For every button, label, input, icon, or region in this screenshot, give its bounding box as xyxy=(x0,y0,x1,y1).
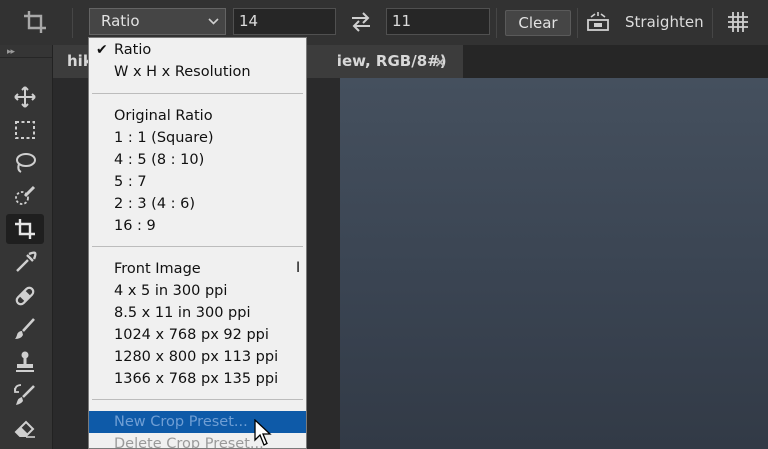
menu-separator xyxy=(92,399,303,400)
healing-brush-tool[interactable] xyxy=(6,281,44,311)
move-icon xyxy=(14,86,36,108)
chevron-down-icon xyxy=(208,18,219,25)
brush-tool[interactable] xyxy=(6,314,44,344)
separator xyxy=(496,8,497,38)
menu-item-5-7[interactable]: 5 : 7 xyxy=(89,171,306,193)
ratio-select[interactable]: Ratio xyxy=(89,8,226,35)
level-icon[interactable] xyxy=(585,11,611,33)
menu-item-1024x768[interactable]: 1024 x 768 px 92 ppi xyxy=(89,324,306,346)
image-canvas[interactable] xyxy=(340,78,768,449)
separator xyxy=(72,8,73,38)
mouse-pointer-icon xyxy=(254,419,272,446)
crop-tool[interactable] xyxy=(6,214,44,244)
separator xyxy=(712,8,713,38)
menu-item-1-1[interactable]: 1 : 1 (Square) xyxy=(89,127,306,149)
menu-item-1366x768[interactable]: 1366 x 768 px 135 ppi xyxy=(89,368,306,390)
stamp-icon xyxy=(16,351,34,372)
menu-item-2-3[interactable]: 2 : 3 (4 : 6) xyxy=(89,193,306,215)
separator xyxy=(577,8,578,38)
brush-icon xyxy=(15,318,35,339)
menu-item-front-image[interactable]: Front Image xyxy=(89,258,306,280)
width-field[interactable]: 14 xyxy=(233,8,336,35)
eraser-tool[interactable] xyxy=(6,413,44,443)
marquee-icon xyxy=(15,121,35,139)
bandage-icon xyxy=(15,286,35,306)
eraser-icon xyxy=(14,420,35,438)
menu-item-wxhxres[interactable]: W x H x Resolution xyxy=(89,61,306,83)
eyedropper-icon xyxy=(16,251,37,272)
clone-stamp-tool[interactable] xyxy=(6,347,44,377)
menu-item-label: Ratio xyxy=(114,42,152,58)
ratio-dropdown-menu: ✔ Ratio W x H x Resolution Original Rati… xyxy=(88,37,307,449)
quick-selection-tool[interactable] xyxy=(6,181,44,211)
marquee-tool[interactable] xyxy=(6,115,44,145)
text-cursor-icon: I xyxy=(296,260,301,276)
lasso-tool[interactable] xyxy=(6,148,44,178)
history-brush-icon xyxy=(14,384,35,405)
straighten-label[interactable]: Straighten xyxy=(625,13,704,31)
close-icon[interactable]: × xyxy=(434,53,447,71)
panel-border xyxy=(0,57,52,58)
crop-icon[interactable] xyxy=(22,9,48,35)
menu-item-1280x800[interactable]: 1280 x 800 px 113 ppi xyxy=(89,346,306,368)
menu-item-ratio[interactable]: ✔ Ratio xyxy=(89,39,306,61)
checkmark-icon: ✔ xyxy=(96,42,108,58)
ratio-select-value: Ratio xyxy=(101,12,140,30)
crop-icon xyxy=(15,219,35,239)
quick-selection-icon xyxy=(15,185,36,205)
tools-panel: ▸▸ xyxy=(0,45,53,449)
grid-overlay-icon[interactable] xyxy=(726,10,750,34)
menu-separator xyxy=(92,93,303,94)
swap-arrows-icon[interactable] xyxy=(349,11,373,33)
menu-item-original-ratio[interactable]: Original Ratio xyxy=(89,105,306,127)
clear-button[interactable]: Clear xyxy=(505,10,571,36)
height-field[interactable]: 11 xyxy=(386,8,490,35)
menu-item-16-9[interactable]: 16 : 9 xyxy=(89,215,306,237)
eyedropper-tool[interactable] xyxy=(6,248,44,278)
menu-item-4-5[interactable]: 4 : 5 (8 : 10) xyxy=(89,149,306,171)
menu-item-8-5x11-300[interactable]: 8.5 x 11 in 300 ppi xyxy=(89,302,306,324)
lasso-icon xyxy=(16,153,36,173)
menu-separator xyxy=(92,246,303,247)
document-tab-title-right: iew, RGB/8#) * xyxy=(336,52,447,70)
move-tool[interactable] xyxy=(6,82,44,112)
collapse-arrows-icon[interactable]: ▸▸ xyxy=(7,47,15,57)
menu-item-4x5-300[interactable]: 4 x 5 in 300 ppi xyxy=(89,280,306,302)
history-brush-tool[interactable] xyxy=(6,380,44,410)
